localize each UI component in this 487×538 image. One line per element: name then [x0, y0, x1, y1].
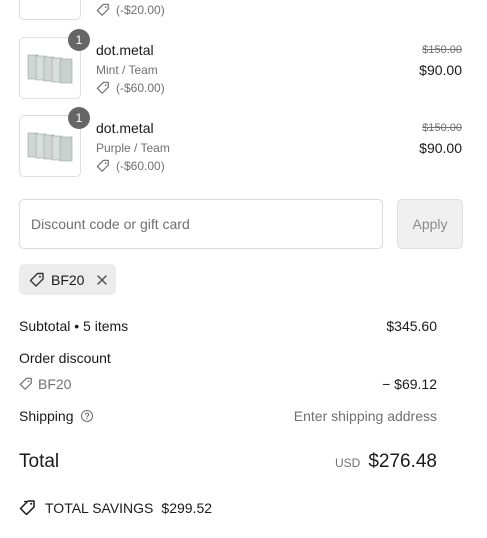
shipping-label: Shipping [19, 408, 74, 424]
original-price: $150.00 [422, 122, 462, 134]
applied-discount-chip: BF20 [19, 264, 116, 295]
discount-code-placeholder: Discount code or gift card [31, 216, 190, 232]
item-price: $90.00 [419, 62, 462, 78]
tags-icon [19, 500, 35, 516]
total-label: Total [19, 451, 60, 472]
quantity-badge: 1 [68, 29, 90, 51]
subtotal-row: Subtotal • 5 items $345.60 [19, 318, 462, 334]
total-savings-row: TOTAL SAVINGS $299.52 [19, 499, 462, 517]
product-variant: Mint / Team [96, 63, 158, 77]
original-price: $150.00 [422, 44, 462, 56]
shipping-value: Enter shipping address [293, 408, 437, 424]
product-variant: Purple / Team [96, 141, 170, 155]
subtotal-label: Subtotal • 5 items [19, 318, 129, 334]
total-value: $276.48 [368, 451, 437, 472]
total-savings-value: $299.52 [161, 500, 213, 516]
item-discount: (-$60.00) [96, 159, 165, 173]
subtotal-value: $345.60 [386, 318, 437, 334]
tag-icon [96, 81, 109, 94]
order-discount-label: Order discount [19, 350, 111, 366]
product-thumbnail [19, 0, 81, 20]
total-savings-label: TOTAL SAVINGS [45, 500, 154, 516]
currency-code: USD [334, 456, 361, 470]
total-row: Total USD $276.48 [19, 451, 462, 475]
order-discount-value: − $69.12 [382, 376, 437, 392]
shipping-row: Shipping Enter shipping address [19, 408, 462, 424]
tag-icon [96, 159, 109, 172]
help-icon[interactable] [80, 409, 94, 423]
item-discount: (-$60.00) [96, 81, 165, 95]
tag-icon [19, 377, 32, 390]
item-discount: (-$20.00) [96, 3, 165, 17]
apply-button[interactable]: Apply [397, 199, 463, 249]
item-price: $90.00 [419, 140, 462, 156]
close-icon[interactable] [94, 272, 110, 288]
quantity-badge: 1 [68, 107, 90, 129]
order-discount-row: BF20 − $69.12 [19, 376, 462, 394]
product-name: dot.metal [96, 120, 154, 136]
tag-icon [29, 272, 44, 287]
discount-code-input[interactable]: Discount code or gift card [19, 199, 383, 249]
tag-icon [96, 3, 109, 16]
order-discount-code: BF20 [38, 376, 72, 392]
product-name: dot.metal [96, 42, 154, 58]
applied-code: BF20 [51, 271, 85, 288]
